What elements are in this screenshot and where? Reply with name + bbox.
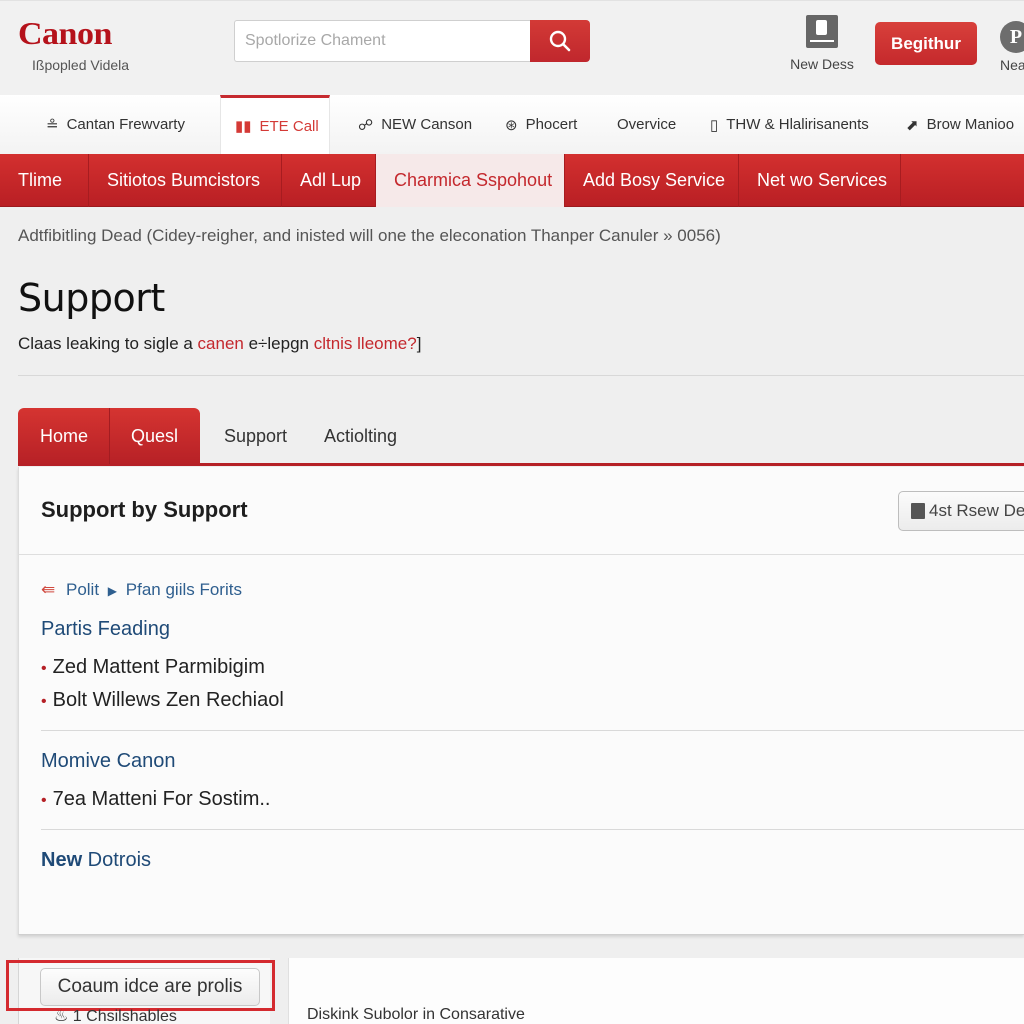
subnav-item-label: NEW Canson [381,116,473,133]
tab-home[interactable]: Home [18,408,110,464]
divider [41,730,1024,731]
breadcrumb-item[interactable]: Polit [66,580,99,599]
new-dep-button[interactable]: 4st Rsew Dep [898,491,1024,531]
battery-icon: ▮▮ [235,118,252,135]
divider [41,829,1024,830]
new-doss-label: New Dess [790,56,854,72]
subnav-item-brow-manioo[interactable]: ⬈ Brow Manioo [906,95,1014,154]
tool-icon: ⬈ [906,116,919,134]
tab-quesl[interactable]: Quesl [110,408,200,464]
breadcrumb: ⇚ Polit ▶ Pfan giils Forits [41,580,242,600]
section-heading[interactable]: Partis Feading [41,618,170,641]
main-nav-tab[interactable]: Adl Lup [282,154,376,207]
lede-text: e÷lepgn [243,334,314,353]
section-heading-rest: Dotrois [82,849,152,871]
tab-actiolting[interactable]: Actiolting [324,408,397,464]
content-description: Diskink Subolor in Consarative [307,1006,525,1023]
profile-label: Nea [1000,57,1024,73]
profile-button[interactable]: P Nea [1000,21,1024,73]
lede-link[interactable]: cltnis lleome? [314,334,417,353]
page-title: Support [18,276,165,320]
clipboard-icon [911,503,925,519]
subnav-item-phocert[interactable]: ⊛ Phocert [505,95,577,154]
subnav-item-label: Overvice [617,116,677,133]
divider [18,375,1024,376]
main-nav-tab-active[interactable]: Charmica Sspohout [376,154,565,207]
page-tabs: Home Quesl Support Actiolting [18,408,1024,466]
subnav-item-new-canson[interactable]: ☍ NEW Canson [358,95,472,154]
subnav-item-overvice[interactable]: Overvice [617,95,676,154]
new-dep-label: 4st Rsew Dep [929,501,1024,520]
count-text: 1 Chsilshables [72,1008,177,1024]
primary-header-button[interactable]: Begithur [875,22,977,65]
tab-support[interactable]: Support [224,408,287,464]
site-header: Canon Ißpopled Videla New Dess Begithur … [0,0,1024,95]
subnav-item-cantan[interactable]: ≗ Cantan Frewvarty [46,95,185,154]
section-heading[interactable]: New Dotrois [41,849,151,872]
avatar: P [1000,21,1024,53]
section-heading-bold: New [41,849,83,871]
new-doss-button[interactable]: New Dess [786,15,858,72]
subnav-item-ete-call[interactable]: ▮▮ ETE Call [220,95,330,154]
highlight-box [6,960,275,1011]
lede-text: Claas leaking to sigle a [18,334,198,353]
page-lede: Claas leaking to sigle a canen e÷lepgn c… [18,334,421,354]
lede-text: ] [416,334,422,353]
panel-title: Support by Support [41,497,248,522]
divider [19,554,1024,555]
cup-icon: ♨ [54,1008,69,1024]
subnav-item-thw[interactable]: ▯ THW & Hlalirisanents [710,95,869,154]
main-nav: Tlime Sitiotos Bumcistors Adl Lup Charmi… [0,154,1024,207]
subnav-item-label: Cantan Frewvarty [66,116,185,133]
search-bar [234,20,590,62]
main-nav-tab[interactable]: Tlime [0,154,89,207]
breadcrumb-item[interactable]: Pfan giils Forits [126,580,242,599]
canon-logo[interactable]: Canon [18,18,112,51]
main-nav-tab[interactable]: Add Bosy Service [565,154,739,207]
support-panel: Support by Support 4st Rsew Dep ⇚ Polit … [18,467,1024,935]
globe-icon: ⊛ [505,116,518,134]
subnav-item-label: THW & Hlalirisanents [726,116,869,133]
subnav-item-label: ETE Call [259,117,319,135]
search-icon [549,30,571,52]
breadcrumb-separator: ▶ [107,584,118,598]
link-icon: ☍ [358,116,374,134]
secondary-nav: ≗ Cantan Frewvarty ▮▮ ETE Call ☍ NEW Can… [0,95,1024,154]
notice-text: Adtfibitling Dead (Cidey-reigher, and in… [18,226,721,245]
subnav-item-label: Brow Manioo [926,116,1015,133]
count-label: ♨ 1 Chsilshables [54,1006,177,1024]
search-button[interactable] [530,20,590,62]
search-input[interactable] [234,20,532,62]
list-item[interactable]: Bolt Willews Zen Rechiaol [41,689,284,712]
lede-link[interactable]: canen [198,334,244,353]
list-item[interactable]: Zed Mattent Parmibigim [41,656,265,679]
device-icon: ▯ [710,116,719,134]
back-arrow-icon[interactable]: ⇚ [41,580,55,599]
document-icon [806,15,838,48]
main-nav-tab[interactable]: Net wo Services [739,154,901,207]
subnav-item-label: Phocert [525,116,578,133]
section-heading[interactable]: Momive Canon [41,750,176,773]
main-nav-tab[interactable]: Sitiotos Bumcistors [89,154,282,207]
logo-subtitle: Ißpopled Videla [32,57,130,73]
list-item[interactable]: 7ea Matteni For Sostim.. [41,788,271,811]
person-icon: ≗ [46,116,59,134]
